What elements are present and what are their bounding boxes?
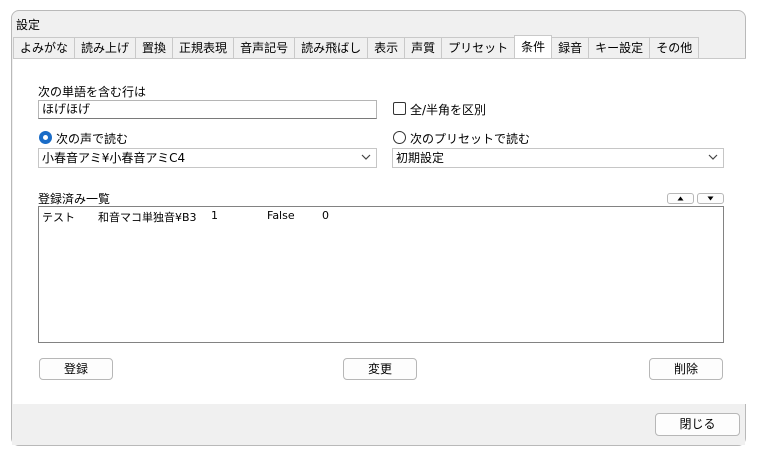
word-input[interactable]: ほげほげ [38, 100, 377, 119]
voice-select-value: 小春音アミ¥小春音アミC4 [42, 151, 186, 165]
tab-10[interactable]: 録音 [551, 37, 590, 58]
row-voice: 和音マコ単独音¥B3 [98, 211, 197, 224]
preset-select[interactable]: 初期設定 [392, 148, 724, 168]
move-up-button[interactable] [667, 193, 694, 204]
tab-11[interactable]: キー設定 [588, 37, 651, 58]
triangle-up-icon [677, 196, 684, 201]
register-button[interactable]: 登録 [39, 358, 113, 380]
voice-select[interactable]: 小春音アミ¥小春音アミC4 [38, 148, 377, 168]
registered-list[interactable]: テスト 和音マコ単独音¥B3 1 False 0 [38, 206, 724, 343]
delete-button[interactable]: 削除 [649, 358, 723, 380]
voice-radio-label: 次の声で読む [56, 132, 129, 146]
tab-9[interactable]: 条件 [514, 35, 553, 58]
tab-0[interactable]: よみがな [13, 37, 76, 58]
tab-6[interactable]: 表示 [367, 37, 406, 58]
chevron-down-icon [708, 154, 718, 160]
word-label: 次の単語を含む行は [38, 85, 147, 99]
tab-12[interactable]: その他 [649, 37, 700, 58]
close-button[interactable]: 閉じる [655, 413, 740, 436]
preset-select-value: 初期設定 [396, 151, 445, 165]
row-number: 1 [211, 209, 218, 222]
tab-5[interactable]: 読み飛ばし [294, 37, 369, 58]
tab-3[interactable]: 正規表現 [172, 37, 235, 58]
tab-bar: よみがな 読み上げ 置換 正規表現 音声記号 読み飛ばし 表示 声質 プリセット 条件 録音 キー設定… [13, 35, 700, 59]
window-title: 設定 [16, 18, 41, 32]
registered-list-label: 登録済み一覧 [38, 192, 111, 206]
change-button[interactable]: 変更 [343, 358, 417, 380]
tab-7[interactable]: 声質 [404, 37, 443, 58]
preset-radio[interactable] [393, 131, 406, 144]
chevron-down-icon [361, 154, 371, 160]
dialog-footer [12, 404, 745, 445]
row-flag: False [267, 209, 295, 222]
tab-2[interactable]: 置換 [135, 37, 174, 58]
tab-4[interactable]: 音声記号 [233, 37, 296, 58]
row-word: テスト [42, 211, 75, 224]
preset-radio-label: 次のプリセットで読む [410, 132, 531, 146]
tab-1[interactable]: 読み上げ [74, 37, 137, 58]
triangle-down-icon [707, 196, 714, 201]
settings-window: 設定 よみがな 読み上げ 置換 正規表現 音声記号 読み飛ばし 表示 声質 プリセット 条件 録音キ… [0, 0, 758, 458]
tab-8[interactable]: プリセット [441, 37, 516, 58]
list-item[interactable]: テスト 和音マコ単独音¥B3 1 False 0 [42, 209, 442, 224]
fullhalf-checkbox[interactable] [393, 102, 406, 115]
fullhalf-label: 全/半角を区別 [410, 103, 487, 117]
move-down-button[interactable] [697, 193, 724, 204]
row-extra: 0 [322, 209, 329, 222]
voice-radio[interactable] [39, 131, 52, 144]
